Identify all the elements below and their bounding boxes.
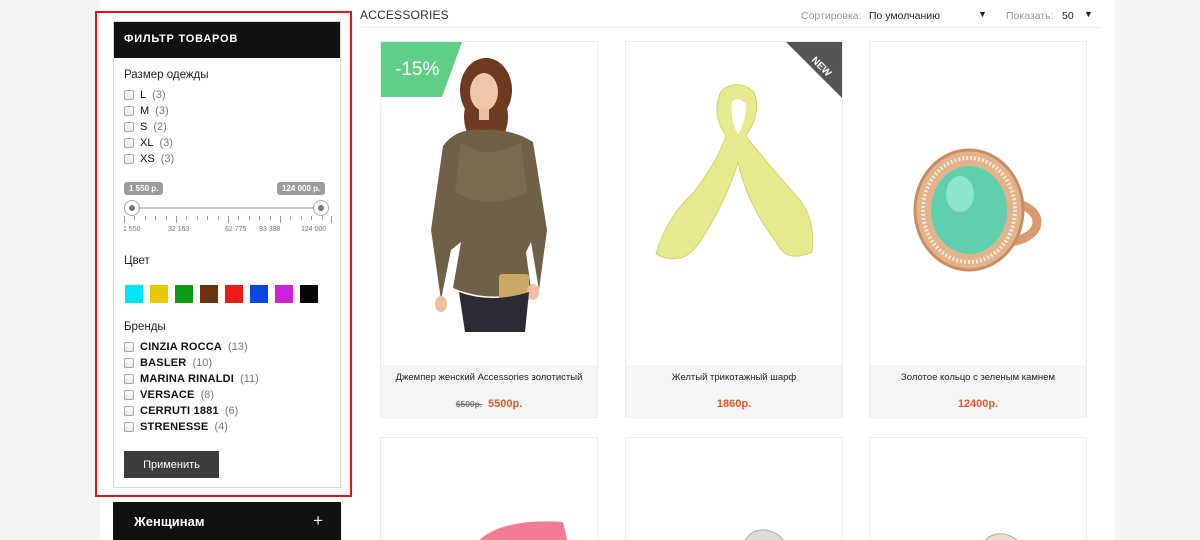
product-image[interactable]: -15% bbox=[381, 42, 598, 367]
current-price: 5500р. bbox=[488, 398, 523, 410]
product-image[interactable]: NEW bbox=[626, 42, 843, 367]
show-label: Показать: bbox=[1006, 10, 1054, 22]
product-image[interactable] bbox=[870, 42, 1087, 367]
product-name[interactable]: Джемпер женский Accessories золотистый bbox=[381, 372, 597, 383]
product-card[interactable] bbox=[625, 437, 843, 540]
discount-badge: -15% bbox=[395, 59, 439, 80]
menu-item-women[interactable]: Женщинам + bbox=[113, 502, 341, 540]
product-card[interactable] bbox=[869, 437, 1087, 540]
divider bbox=[360, 27, 1100, 28]
product-info: Джемпер женский Accessories золотистый 6… bbox=[381, 365, 597, 417]
sort-select[interactable]: По умолчанию bbox=[869, 10, 940, 22]
highlight-frame bbox=[95, 11, 352, 497]
product-price: 1860р. bbox=[626, 398, 842, 410]
product-card[interactable]: NEW Желтый трикотажный шарф 1860р. bbox=[625, 41, 843, 418]
chevron-down-icon[interactable]: ▼ bbox=[978, 9, 987, 19]
product-info: Желтый трикотажный шарф 1860р. bbox=[626, 365, 842, 417]
product-image[interactable] bbox=[626, 438, 843, 540]
product-image[interactable] bbox=[870, 438, 1087, 540]
old-price: 6500р. bbox=[455, 399, 483, 409]
chevron-down-icon[interactable]: ▼ bbox=[1084, 9, 1093, 19]
current-price: 12400р. bbox=[957, 398, 999, 410]
product-card[interactable]: Золотое кольцо с зеленым камнем 12400р. bbox=[869, 41, 1087, 418]
menu-item-label: Женщинам bbox=[134, 513, 205, 529]
show-select[interactable]: 50 bbox=[1062, 10, 1074, 22]
product-name[interactable]: Желтый трикотажный шарф bbox=[626, 372, 842, 383]
product-card[interactable]: -15% Джемпер женский Accessories золотис… bbox=[380, 41, 598, 418]
product-price: 12400р. bbox=[870, 398, 1086, 410]
product-price: 6500р. 5500р. bbox=[381, 398, 597, 410]
plus-icon[interactable]: + bbox=[313, 511, 323, 531]
product-image[interactable] bbox=[381, 438, 598, 540]
category-title: ACCESSORIES bbox=[360, 8, 449, 22]
sort-label: Сортировка: bbox=[801, 10, 862, 22]
product-card[interactable] bbox=[380, 437, 598, 540]
product-info: Золотое кольцо с зеленым камнем 12400р. bbox=[870, 365, 1086, 417]
product-name[interactable]: Золотое кольцо с зеленым камнем bbox=[870, 372, 1086, 383]
current-price: 1860р. bbox=[716, 398, 752, 410]
